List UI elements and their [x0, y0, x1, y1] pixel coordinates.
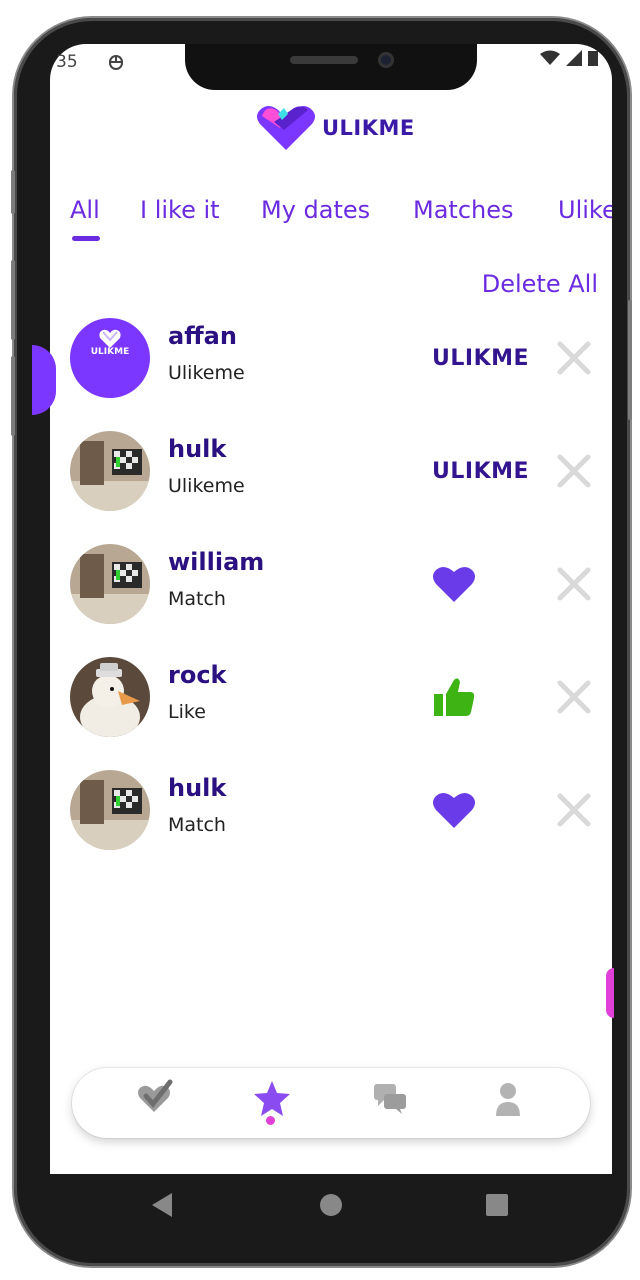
user-name: hulk: [168, 774, 227, 802]
duck-photo-icon: [70, 657, 150, 737]
room-photo-icon: [70, 431, 150, 511]
room-photo-icon: [70, 770, 150, 850]
tab-ulike[interactable]: Ulike: [558, 196, 612, 224]
heart-logo-icon: [257, 106, 315, 150]
notch: [185, 44, 477, 90]
avatar: [70, 544, 150, 624]
list-item[interactable]: ULIKME affan Ulikeme ULIKME: [50, 318, 612, 418]
delete-all-button[interactable]: Delete All: [482, 270, 598, 298]
star-icon[interactable]: [252, 1078, 292, 1118]
bottom-navigation: [72, 1068, 590, 1138]
tab-matches[interactable]: Matches: [413, 196, 514, 224]
tab-my-dates[interactable]: My dates: [261, 196, 370, 224]
floating-action-edge[interactable]: [606, 968, 614, 1018]
user-status: Match: [168, 588, 226, 610]
adb-icon: [108, 52, 124, 77]
close-icon[interactable]: [556, 340, 592, 376]
avatar: [70, 431, 150, 511]
heart-check-icon[interactable]: [134, 1078, 174, 1118]
brand-name: ULIKME: [322, 116, 415, 140]
list-item[interactable]: william Match: [50, 544, 612, 644]
power-button: [628, 300, 632, 420]
tab-all[interactable]: All: [70, 196, 100, 224]
profile-icon[interactable]: [488, 1078, 528, 1118]
avatar: [70, 770, 150, 850]
match-action[interactable]: [432, 788, 532, 832]
list-item[interactable]: hulk Match: [50, 770, 612, 870]
ulikme-action[interactable]: ULIKME: [432, 336, 532, 380]
signal-icon: [566, 50, 582, 66]
list-item[interactable]: hulk Ulikeme ULIKME: [50, 431, 612, 531]
user-name: affan: [168, 322, 237, 350]
heart-icon: [433, 566, 475, 602]
recents-icon[interactable]: [484, 1190, 510, 1220]
mute-switch: [11, 170, 15, 214]
ulikme-avatar-logo-icon: ULIKME: [91, 329, 129, 357]
battery-icon: [588, 51, 598, 66]
avatar: [70, 657, 150, 737]
volume-down-button: [11, 356, 15, 436]
user-status: Like: [168, 701, 206, 723]
wifi-icon: [540, 50, 560, 65]
user-status: Match: [168, 814, 226, 836]
like-action[interactable]: [432, 675, 532, 719]
thumbs-up-icon: [434, 678, 475, 716]
back-icon[interactable]: [150, 1190, 176, 1220]
ulikme-wordmark: ULIKME: [432, 345, 530, 371]
volume-up-button: [11, 260, 15, 340]
status-icons: [540, 50, 598, 66]
room-photo-icon: [70, 544, 150, 624]
speaker-grille: [290, 56, 358, 64]
user-name: rock: [168, 661, 227, 689]
front-camera: [378, 52, 394, 68]
home-icon[interactable]: [318, 1190, 344, 1220]
app-logo: ULIKME: [254, 104, 415, 152]
avatar: ULIKME: [70, 318, 150, 398]
close-icon[interactable]: [556, 566, 592, 602]
user-status: Ulikeme: [168, 475, 245, 497]
status-time: 35: [56, 52, 78, 72]
heart-icon: [433, 792, 475, 828]
user-name: hulk: [168, 435, 227, 463]
tab-i-like-it[interactable]: I like it: [140, 196, 220, 224]
user-name: william: [168, 548, 265, 576]
active-nav-dot: [266, 1116, 275, 1125]
active-tab-indicator: [72, 236, 100, 241]
close-icon[interactable]: [556, 679, 592, 715]
chat-icon[interactable]: [370, 1078, 410, 1118]
avatar-badge-text: ULIKME: [91, 347, 129, 357]
close-icon[interactable]: [556, 453, 592, 489]
user-status: Ulikeme: [168, 362, 245, 384]
tab-bar: All I like it My dates Matches Ulike: [50, 196, 612, 246]
ulikme-action[interactable]: ULIKME: [432, 449, 532, 493]
list-item[interactable]: rock Like: [50, 657, 612, 757]
close-icon[interactable]: [556, 792, 592, 828]
match-action[interactable]: [432, 562, 532, 606]
ulikme-wordmark: ULIKME: [432, 458, 530, 484]
